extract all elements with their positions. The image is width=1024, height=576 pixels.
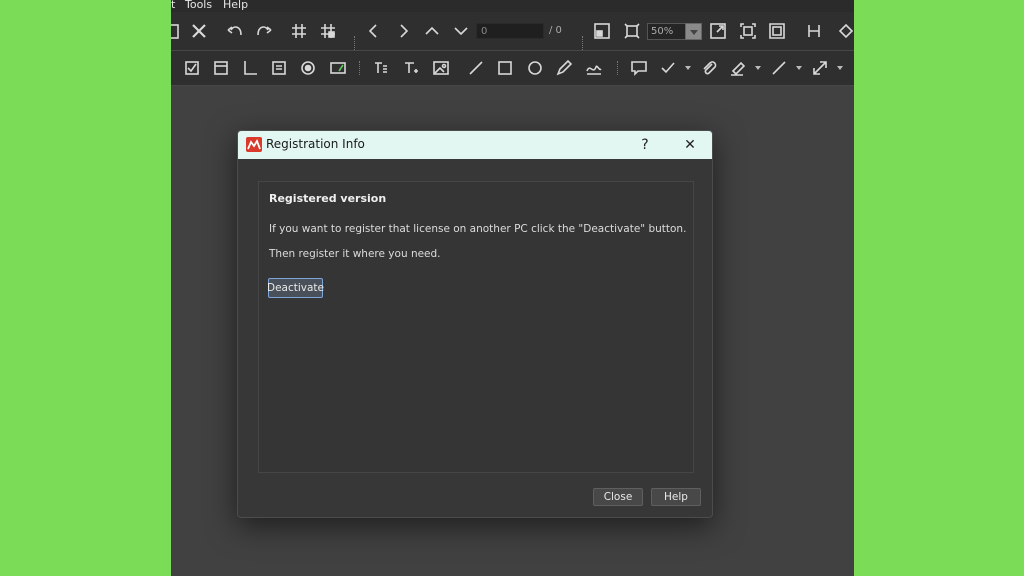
- text-box-icon[interactable]: [370, 57, 392, 79]
- page-number-input[interactable]: 0: [476, 23, 544, 39]
- next-page-icon[interactable]: [392, 20, 414, 42]
- redo-icon[interactable]: [253, 20, 275, 42]
- menu-item-help[interactable]: Help: [223, 0, 248, 10]
- grid-icon[interactable]: [288, 20, 310, 42]
- rectangle-icon[interactable]: [494, 57, 516, 79]
- highlighter-dropdown-icon[interactable]: [755, 66, 761, 70]
- toolbar-separator: [354, 36, 357, 50]
- measure-dropdown-icon[interactable]: [796, 66, 802, 70]
- menu-item-edit-partial[interactable]: t: [171, 0, 175, 10]
- close-title-button[interactable]: ✕: [679, 134, 701, 156]
- page-total-label: / 0: [549, 25, 562, 36]
- toolbar-separator: [359, 61, 362, 75]
- list-field-icon[interactable]: [268, 57, 290, 79]
- first-page-icon[interactable]: [421, 20, 443, 42]
- pencil-icon[interactable]: [553, 57, 575, 79]
- annotation-toolbar: [171, 51, 854, 86]
- help-button[interactable]: Help: [651, 488, 701, 506]
- help-title-button[interactable]: ?: [634, 134, 656, 156]
- registration-panel: Registered version If you want to regist…: [258, 181, 694, 473]
- attachment-icon[interactable]: [698, 57, 720, 79]
- ellipse-icon[interactable]: [524, 57, 546, 79]
- combobox-field-icon[interactable]: [210, 57, 232, 79]
- snap-grid-icon[interactable]: [317, 20, 339, 42]
- measure-icon[interactable]: [768, 57, 790, 79]
- checkmark-icon[interactable]: [657, 57, 679, 79]
- previous-page-icon[interactable]: [363, 20, 385, 42]
- registration-info-dialog: Registration Info ? ✕ Registered version…: [237, 130, 713, 518]
- dialog-titlebar: Registration Info ? ✕: [238, 131, 712, 159]
- registered-version-heading: Registered version: [269, 192, 387, 205]
- deactivate-button[interactable]: Deactivate: [267, 278, 324, 298]
- fit-width-icon[interactable]: [621, 20, 643, 42]
- line-draw-icon[interactable]: [465, 57, 487, 79]
- expand-icon[interactable]: [707, 20, 729, 42]
- split-view-icon[interactable]: [803, 20, 825, 42]
- arrow-icon[interactable]: [809, 57, 831, 79]
- arrow-dropdown-icon[interactable]: [837, 66, 843, 70]
- image-icon[interactable]: [430, 57, 452, 79]
- last-page-icon[interactable]: [450, 20, 472, 42]
- checkmark-dropdown-icon[interactable]: [685, 66, 691, 70]
- main-toolbar: 0 / 0 50%: [171, 12, 854, 51]
- actual-size-icon[interactable]: [737, 20, 759, 42]
- signature-icon[interactable]: [583, 57, 605, 79]
- instruction-text-2: Then register it where you need.: [269, 248, 441, 260]
- comment-icon[interactable]: [628, 57, 650, 79]
- menubar: t Tools Help: [171, 0, 854, 12]
- select-tool-icon[interactable]: [835, 20, 854, 42]
- delete-icon[interactable]: [188, 20, 210, 42]
- toolbar-separator: [617, 61, 620, 75]
- zoom-level-field[interactable]: 50%: [647, 23, 687, 40]
- fullscreen-icon[interactable]: [766, 20, 788, 42]
- zoom-dropdown-button[interactable]: [685, 23, 702, 40]
- checkbox-field-icon[interactable]: [181, 57, 203, 79]
- highlighter-icon[interactable]: [727, 57, 749, 79]
- toolbar-separator: [582, 36, 585, 50]
- instruction-text-1: If you want to register that license on …: [269, 223, 687, 235]
- undo-icon[interactable]: [224, 20, 246, 42]
- app-logo-icon: [246, 137, 262, 152]
- menu-item-tools[interactable]: Tools: [185, 0, 212, 10]
- radio-button-icon[interactable]: [297, 57, 319, 79]
- close-button[interactable]: Close: [593, 488, 643, 506]
- typewriter-icon[interactable]: [400, 57, 422, 79]
- fit-page-icon[interactable]: [591, 20, 613, 42]
- clipboard-icon[interactable]: [171, 20, 185, 42]
- line-field-icon[interactable]: [239, 57, 261, 79]
- signature-field-icon[interactable]: [327, 57, 349, 79]
- dialog-title: Registration Info: [266, 137, 365, 151]
